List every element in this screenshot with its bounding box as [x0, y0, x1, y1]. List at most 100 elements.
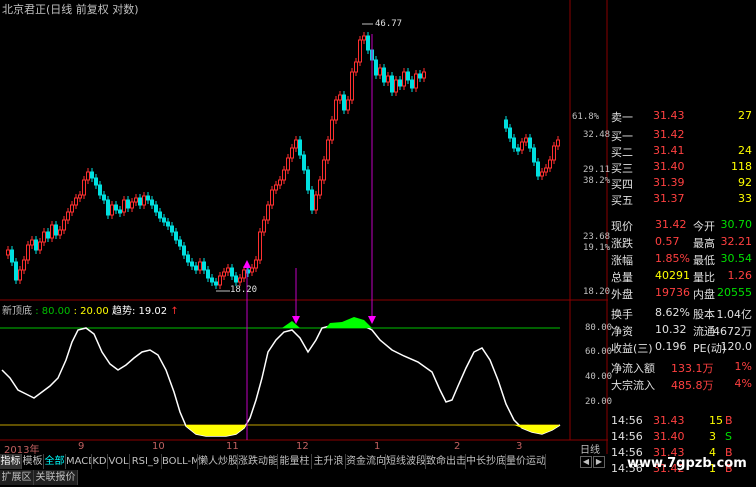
- tab-3[interactable]: MACD: [66, 454, 92, 469]
- tick-price: 31.43: [653, 414, 685, 427]
- tab2-0[interactable]: 扩展区: [0, 470, 34, 485]
- stat-val: 133.1万: [671, 362, 714, 375]
- candle-body: [390, 75, 394, 93]
- candle-body: [310, 189, 314, 211]
- ob-price: 31.37: [653, 192, 685, 205]
- candle-body: [170, 225, 174, 233]
- top-zone: [282, 321, 300, 328]
- ind-axis-20: 20.00: [585, 397, 613, 407]
- candle-body: [62, 219, 66, 231]
- candle-body: [314, 194, 318, 211]
- candle-body: [258, 231, 262, 261]
- candle-body: [278, 179, 282, 186]
- stat-key: 总量: [611, 271, 633, 284]
- candle-body: [536, 161, 540, 177]
- price-tick-3: 23.68: [583, 232, 611, 242]
- candle-body: [266, 204, 270, 221]
- candle-body: [82, 179, 86, 196]
- tab-15[interactable]: 中长抄底: [466, 454, 506, 469]
- tab-2[interactable]: 全部: [44, 454, 66, 469]
- candle-body: [286, 157, 290, 171]
- order-book-row: 买三 31.40 118: [609, 160, 756, 177]
- candle-body: [66, 211, 70, 221]
- kline-chart[interactable]: [0, 0, 608, 454]
- candle-body: [118, 209, 122, 214]
- tick-side: B: [725, 414, 733, 427]
- stat-val: 0.196: [655, 340, 687, 353]
- stat-val: 40291: [655, 269, 690, 282]
- stat-val: 0.57: [655, 235, 680, 248]
- candle-body: [326, 139, 330, 161]
- candle-body: [544, 167, 548, 173]
- tick-vol: 15: [709, 414, 723, 427]
- tab-11[interactable]: 主升浪: [312, 454, 346, 469]
- stat-key2: 最高: [693, 237, 715, 250]
- candle-body: [150, 199, 154, 206]
- candle-body: [382, 67, 386, 83]
- stat-key2: 最低: [693, 254, 715, 267]
- candle-body: [70, 204, 74, 213]
- ob-price: 31.40: [653, 160, 685, 173]
- candle-body: [516, 147, 520, 152]
- arrow-right-icon[interactable]: ▶: [593, 456, 605, 468]
- tab-13[interactable]: 短线波段: [386, 454, 426, 469]
- ob-label: 买一: [611, 130, 633, 143]
- stat-row: 大宗流入 485.8万 4%: [609, 377, 756, 394]
- tab-10[interactable]: 能量柱: [278, 454, 312, 469]
- candle-body: [50, 224, 54, 239]
- indicator-tab-bar: 指标模板全部MACDKDVOLRSI_9BOLL-M懒人炒股涨跌动能能量柱主升浪…: [0, 454, 605, 469]
- stat-key: 涨跌: [611, 237, 633, 250]
- candle-body: [334, 99, 338, 121]
- stat-row: 总量 40291 量比 1.26: [609, 269, 756, 286]
- stat-row: 收益(三) 0.196 PE(动) 120.0: [609, 340, 756, 357]
- candle-body: [22, 259, 26, 271]
- candle-body: [410, 79, 414, 89]
- stat-row: 净资 10.32 流通 4672万: [609, 323, 756, 340]
- candle-body: [114, 204, 118, 211]
- candle-body: [198, 261, 202, 271]
- stat-val2: 30.54: [720, 252, 753, 265]
- tab-12[interactable]: 资金流向: [346, 454, 386, 469]
- ob-vol: 24: [738, 144, 752, 157]
- tab-6[interactable]: RSI_9: [130, 454, 162, 469]
- tick-row: 14:56 31.43 15 B: [609, 414, 756, 431]
- candle-body: [126, 199, 130, 209]
- candle-body: [78, 194, 82, 199]
- tab-9[interactable]: 涨跌动能: [238, 454, 278, 469]
- ob-vol: 118: [731, 160, 752, 173]
- tab-8[interactable]: 懒人炒股: [198, 454, 238, 469]
- chart-title: 北京君正(日线 前复权 对数): [2, 3, 139, 16]
- ob-price: 31.41: [653, 144, 685, 157]
- tick-price: 31.40: [653, 430, 685, 443]
- candle-body: [318, 179, 322, 196]
- candle-body: [182, 245, 186, 256]
- stat-row: 外盘 19736 内盘 20555: [609, 286, 756, 303]
- stat-row: 涨跌 0.57 最高 32.21: [609, 235, 756, 252]
- candle-body: [398, 79, 402, 87]
- candle-body: [146, 195, 150, 201]
- tab2-1[interactable]: 关联报价: [34, 470, 78, 485]
- tab-14[interactable]: 致命出击: [426, 454, 466, 469]
- tab-5[interactable]: VOL: [108, 454, 130, 469]
- candle-body: [402, 71, 406, 87]
- candle-body: [46, 231, 50, 239]
- tab-16[interactable]: 量价运动: [506, 454, 546, 469]
- tab-1[interactable]: 模板: [22, 454, 44, 469]
- candle-body: [38, 241, 42, 251]
- tab-7[interactable]: BOLL-M: [162, 454, 198, 469]
- candle-body: [222, 271, 226, 277]
- candle-body: [6, 249, 10, 256]
- stat-row: 净流入额 133.1万 1%: [609, 360, 756, 377]
- candle-body: [194, 265, 198, 271]
- ob-label: 买二: [611, 146, 633, 159]
- candle-body: [524, 137, 528, 143]
- candle-body: [354, 61, 358, 73]
- stat-key: 净资: [611, 325, 633, 338]
- bottom-zone: [186, 425, 246, 436]
- tab-0[interactable]: 指标: [0, 454, 22, 469]
- tab-4[interactable]: KD: [92, 454, 108, 469]
- ob-price: 31.43: [653, 109, 685, 122]
- arrow-left-icon[interactable]: ◀: [580, 456, 592, 468]
- stat-val: 485.8万: [671, 379, 714, 392]
- stat-val: 1.85%: [655, 252, 690, 265]
